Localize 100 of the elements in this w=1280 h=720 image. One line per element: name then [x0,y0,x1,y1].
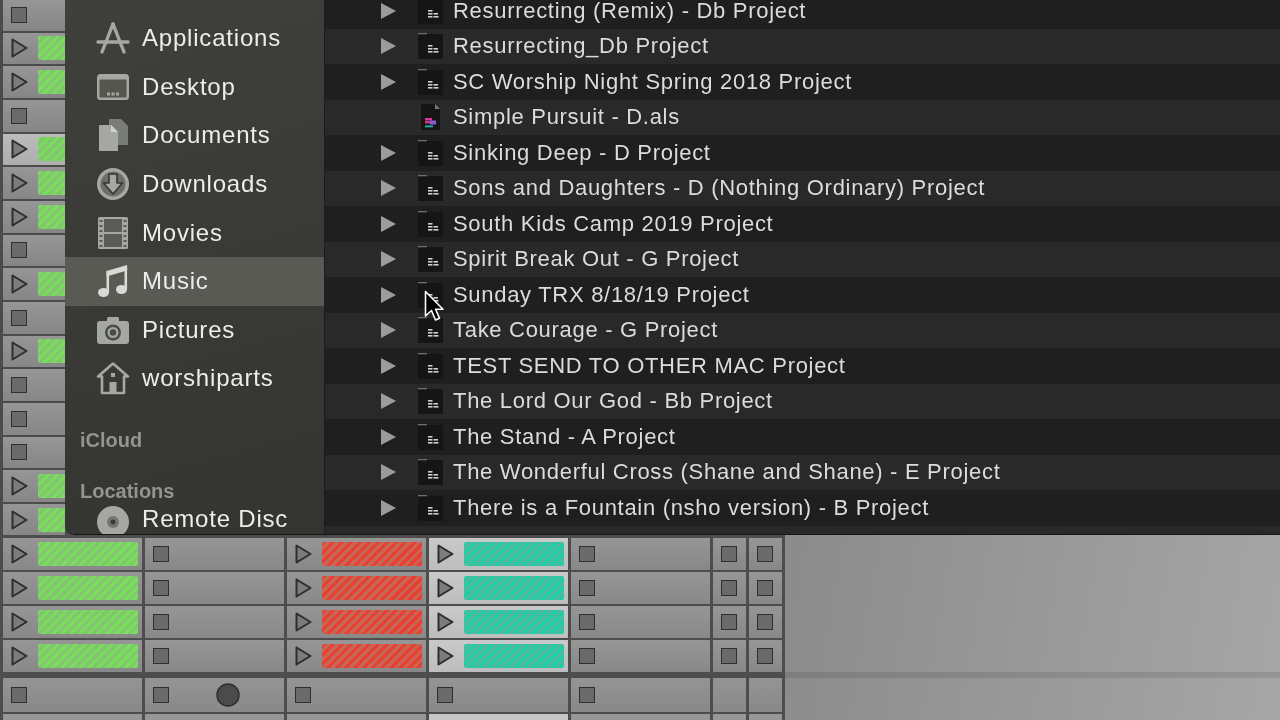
clip-slot[interactable] [3,66,65,98]
clip-slot[interactable] [713,606,746,638]
stop-icon[interactable] [579,580,595,596]
clip-slot[interactable] [429,640,568,672]
stop-icon[interactable] [579,687,595,703]
stop-icon[interactable] [579,546,595,562]
clip-slot[interactable] [3,572,142,604]
disclosure-icon[interactable] [381,357,396,374]
file-row[interactable]: TEST SEND TO OTHER MAC Project [325,348,1280,384]
play-icon[interactable] [437,578,454,598]
clip-block[interactable] [38,610,138,634]
clip-block[interactable] [38,576,138,600]
play-icon[interactable] [11,341,28,362]
clip-block[interactable] [38,70,65,95]
clip-block[interactable] [38,474,65,498]
clip-slot[interactable] [429,538,568,570]
play-icon[interactable] [11,476,28,496]
clip-slot[interactable] [429,572,568,604]
clip-slot[interactable] [571,640,710,672]
stop-icon[interactable] [153,580,169,596]
play-icon[interactable] [11,173,28,194]
play-icon[interactable] [11,206,28,227]
clip-slot[interactable] [3,503,65,535]
clip-block[interactable] [464,644,564,668]
sidebar-item[interactable]: Remote Disc [65,504,324,534]
clip-slot[interactable] [3,369,65,401]
play-icon[interactable] [11,72,28,93]
clip-slot[interactable] [145,538,284,570]
sidebar-item[interactable]: Applications [65,14,324,63]
clip-block[interactable] [322,644,422,668]
file-row[interactable]: South Kids Camp 2019 Project [325,206,1280,242]
disclosure-icon[interactable] [381,499,396,516]
stop-icon[interactable] [11,107,27,124]
play-icon[interactable] [437,544,454,564]
sidebar-item[interactable]: Movies [65,208,324,257]
sidebar-item[interactable]: Downloads [65,159,324,209]
play-icon[interactable] [295,612,312,632]
file-row[interactable]: SC Worship Night Spring 2018 Project [325,64,1280,100]
stop-icon[interactable] [11,242,27,259]
clip-slot[interactable] [571,538,710,570]
play-icon[interactable] [11,38,28,59]
clip-block[interactable] [322,542,422,566]
stop-icon[interactable] [721,580,737,596]
disclosure-icon[interactable] [381,180,396,197]
clip-block[interactable] [38,339,65,364]
play-icon[interactable] [11,646,28,666]
clip-slot[interactable] [713,640,746,672]
clip-slot[interactable] [3,268,65,300]
disclosure-icon[interactable] [381,251,396,268]
play-icon[interactable] [11,612,28,632]
disclosure-icon[interactable] [381,73,396,90]
clip-block[interactable] [322,576,422,600]
disclosure-icon[interactable] [381,38,396,55]
stop-icon[interactable] [721,648,737,664]
clip-slot[interactable] [3,32,65,65]
stop-icon[interactable] [757,546,773,562]
clip-slot[interactable] [3,99,65,132]
play-icon[interactable] [295,646,312,666]
clip-slot[interactable] [3,640,142,672]
clip-block[interactable] [38,644,138,668]
file-row[interactable]: Sinking Deep - D Project [325,135,1280,171]
play-icon[interactable] [295,578,312,598]
clip-block[interactable] [38,507,65,532]
clip-slot[interactable] [3,0,65,31]
stop-icon[interactable] [757,648,773,664]
file-row[interactable]: There is a Fountain (nsho version) - B Project [325,490,1280,526]
clip-slot[interactable] [3,606,142,638]
stop-icon[interactable] [437,687,453,703]
clip-slot[interactable] [749,640,782,672]
clip-slot[interactable] [749,572,782,604]
clip-block[interactable] [38,204,65,229]
disclosure-icon[interactable] [381,144,396,161]
clip-slot[interactable] [713,572,746,604]
sidebar-item[interactable]: Desktop [65,62,324,112]
stop-icon[interactable] [11,687,27,703]
clip-slot[interactable] [3,234,65,267]
stop-icon[interactable] [11,377,27,394]
clip-slot[interactable] [713,538,746,570]
disclosure-icon[interactable] [381,286,396,303]
clip-slot[interactable] [3,538,142,570]
file-row[interactable]: Resurrecting (Remix) - Db Project [325,0,1280,29]
clip-block[interactable] [38,542,138,566]
stop-icon[interactable] [153,687,169,703]
sidebar-item[interactable]: Documents [65,111,324,160]
clip-slot[interactable] [287,640,426,672]
clip-slot[interactable] [3,133,65,166]
play-icon[interactable] [11,139,28,160]
clip-block[interactable] [38,171,65,196]
stop-icon[interactable] [11,444,27,461]
play-icon[interactable] [11,509,28,530]
clip-slot[interactable] [3,301,65,334]
disclosure-icon[interactable] [381,322,396,339]
stop-icon[interactable] [153,648,169,664]
play-icon[interactable] [11,274,28,295]
stop-icon[interactable] [579,614,595,630]
sidebar-item[interactable]: Pictures [65,305,324,355]
stop-icon[interactable] [295,687,311,703]
file-row[interactable]: Sunday TRX 8/18/19 Project [325,277,1280,313]
clip-block[interactable] [464,576,564,600]
stop-icon[interactable] [721,614,737,630]
